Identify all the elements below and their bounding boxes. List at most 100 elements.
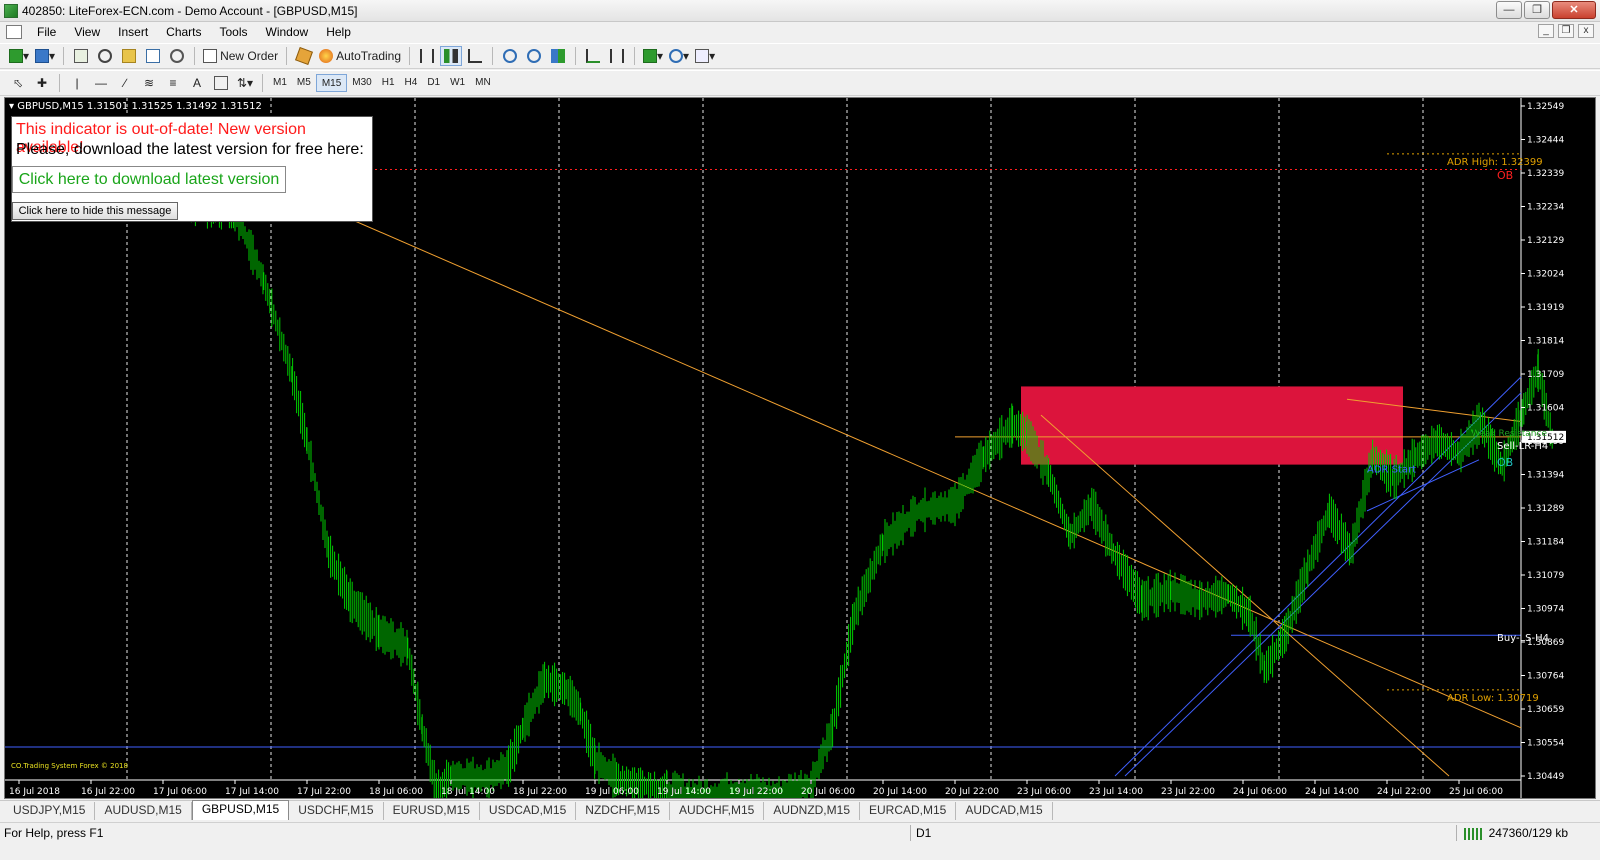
- metaeditor-button[interactable]: [293, 46, 315, 66]
- app-icon: [4, 3, 18, 18]
- drawing-toolbar: ⬁ ✚ | — ∕ ≋ ≡ A ⇅ ▾ M1 M5 M15 M30 H1 H4 D…: [0, 70, 1600, 96]
- price-tick-label: 1.32549: [1527, 102, 1564, 112]
- price-tick-label: 1.31289: [1527, 504, 1564, 514]
- text-label-icon: [214, 76, 228, 90]
- mdi-minimize-button[interactable]: _: [1538, 24, 1554, 38]
- terminal-button[interactable]: [142, 46, 164, 66]
- hide-message-button[interactable]: Click here to hide this message: [12, 202, 178, 220]
- text-label-button[interactable]: [210, 73, 232, 93]
- data-window-button[interactable]: [94, 46, 116, 66]
- tab-audchf[interactable]: AUDCHF,M15: [670, 802, 765, 820]
- restore-button[interactable]: ❐: [1524, 1, 1550, 19]
- copyright-label: CO.Trading System Forex © 2018: [11, 762, 128, 770]
- trendline-button[interactable]: ∕: [114, 73, 136, 93]
- mdi-close-button[interactable]: x: [1578, 24, 1594, 38]
- timeframe-w1[interactable]: W1: [445, 74, 470, 92]
- fibonacci-button[interactable]: ≡: [162, 73, 184, 93]
- menu-view[interactable]: View: [65, 22, 109, 42]
- connection-bars-icon: [1464, 828, 1484, 840]
- zoom-in-icon: [503, 49, 518, 63]
- time-tick-label: 25 Jul 06:00: [1449, 787, 1503, 797]
- price-tick-label: 1.30554: [1527, 739, 1564, 749]
- templates-button[interactable]: ▾: [693, 46, 717, 66]
- autotrading-icon: [319, 49, 334, 63]
- timeframe-h4[interactable]: H4: [400, 74, 423, 92]
- menu-file[interactable]: File: [28, 22, 65, 42]
- price-tick-label: 1.32444: [1527, 136, 1564, 146]
- cursor-button[interactable]: ⬁: [7, 73, 29, 93]
- zoom-in-button[interactable]: [499, 46, 521, 66]
- crosshair-button[interactable]: ✚: [31, 73, 53, 93]
- tab-usdjpy[interactable]: USDJPY,M15: [4, 802, 96, 820]
- new-chart-button[interactable]: ▾: [7, 46, 31, 66]
- timeframe-d1[interactable]: D1: [422, 74, 445, 92]
- tab-audnzd[interactable]: AUDNZD,M15: [764, 802, 860, 820]
- arrows-icon: ⇅: [236, 76, 248, 90]
- price-tick-label: 1.31604: [1527, 404, 1564, 414]
- chart-shift-button[interactable]: [606, 46, 628, 66]
- profiles-button[interactable]: ▾: [33, 46, 57, 66]
- zoom-out-button[interactable]: [523, 46, 545, 66]
- timeframe-m1[interactable]: M1: [268, 74, 292, 92]
- horizontal-line-button[interactable]: —: [90, 73, 112, 93]
- vertical-line-button[interactable]: |: [66, 73, 88, 93]
- chart-window-icon[interactable]: [6, 25, 22, 39]
- new-order-button[interactable]: New Order: [201, 46, 280, 66]
- timeframe-mn[interactable]: MN: [470, 74, 496, 92]
- time-tick-label: 16 Jul 22:00: [81, 787, 135, 797]
- text-button[interactable]: A: [186, 73, 208, 93]
- download-latest-button[interactable]: Click here to download latest version: [12, 166, 286, 193]
- profiles-icon: [35, 49, 50, 63]
- weak-resistance-label: Weak Resistance: [1471, 429, 1547, 439]
- tab-eurcad[interactable]: EURCAD,M15: [860, 802, 957, 820]
- tab-nzdchf[interactable]: NZDCHF,M15: [576, 802, 670, 820]
- toolbar-separator: [262, 74, 263, 92]
- menu-insert[interactable]: Insert: [109, 22, 157, 42]
- market-watch-button[interactable]: [70, 46, 92, 66]
- mdi-restore-button[interactable]: ❐: [1558, 24, 1574, 38]
- timeframe-m5[interactable]: M5: [292, 74, 316, 92]
- tab-gbpusd[interactable]: GBPUSD,M15: [191, 800, 290, 820]
- indicators-button[interactable]: ▾: [641, 46, 665, 66]
- adr-low-label: ADR Low: 1.30719: [1447, 693, 1539, 704]
- bar-chart-button[interactable]: [416, 46, 438, 66]
- navigator-button[interactable]: [118, 46, 140, 66]
- timeframe-m15[interactable]: M15: [315, 74, 348, 92]
- strategy-tester-button[interactable]: [166, 46, 188, 66]
- arrows-button[interactable]: ⇅ ▾: [234, 73, 256, 93]
- menu-tools[interactable]: Tools: [211, 22, 257, 42]
- periods-button[interactable]: ▾: [667, 46, 691, 66]
- chart-window[interactable]: 1.32549 1.32444 1.32339 1.32234 1.32129 1.320…: [4, 97, 1596, 799]
- time-tick-label: 18 Jul 06:00: [369, 787, 423, 797]
- symbol-info: ▾ GBPUSD,M15 1.31501 1.31525 1.31492 1.3…: [9, 101, 262, 112]
- autotrading-button[interactable]: AutoTrading: [317, 46, 403, 66]
- status-bar: For Help, press F1 D1 247360/129 kb: [0, 822, 1600, 842]
- new-order-icon: [203, 49, 218, 63]
- menu-window[interactable]: Window: [257, 22, 318, 42]
- tab-usdchf[interactable]: USDCHF,M15: [289, 802, 384, 820]
- templates-icon: [695, 49, 710, 63]
- time-tick-label: 18 Jul 22:00: [513, 787, 567, 797]
- new-chart-icon: [9, 49, 23, 63]
- line-chart-icon: [468, 49, 483, 63]
- price-tick-label: 1.32024: [1527, 270, 1564, 280]
- tab-eurusd[interactable]: EURUSD,M15: [384, 802, 480, 820]
- timeframe-m30[interactable]: M30: [347, 74, 376, 92]
- minimize-button[interactable]: —: [1496, 1, 1522, 19]
- channel-button[interactable]: ≋: [138, 73, 160, 93]
- tile-windows-button[interactable]: [547, 46, 569, 66]
- line-chart-button[interactable]: [464, 46, 486, 66]
- time-tick-label: 19 Jul 14:00: [657, 787, 711, 797]
- menu-charts[interactable]: Charts: [157, 22, 210, 42]
- autoscroll-button[interactable]: [582, 46, 604, 66]
- tab-usdcad[interactable]: USDCAD,M15: [480, 802, 577, 820]
- menu-help[interactable]: Help: [317, 22, 360, 42]
- tab-audusd[interactable]: AUDUSD,M15: [95, 802, 192, 820]
- tab-audcad[interactable]: AUDCAD,M15: [956, 802, 1053, 820]
- time-tick-label: 23 Jul 06:00: [1017, 787, 1071, 797]
- time-tick-label: 17 Jul 22:00: [297, 787, 351, 797]
- toolbar-separator: [59, 74, 60, 92]
- timeframe-h1[interactable]: H1: [377, 74, 400, 92]
- candlestick-button[interactable]: [440, 46, 463, 66]
- close-button[interactable]: ✕: [1552, 1, 1596, 19]
